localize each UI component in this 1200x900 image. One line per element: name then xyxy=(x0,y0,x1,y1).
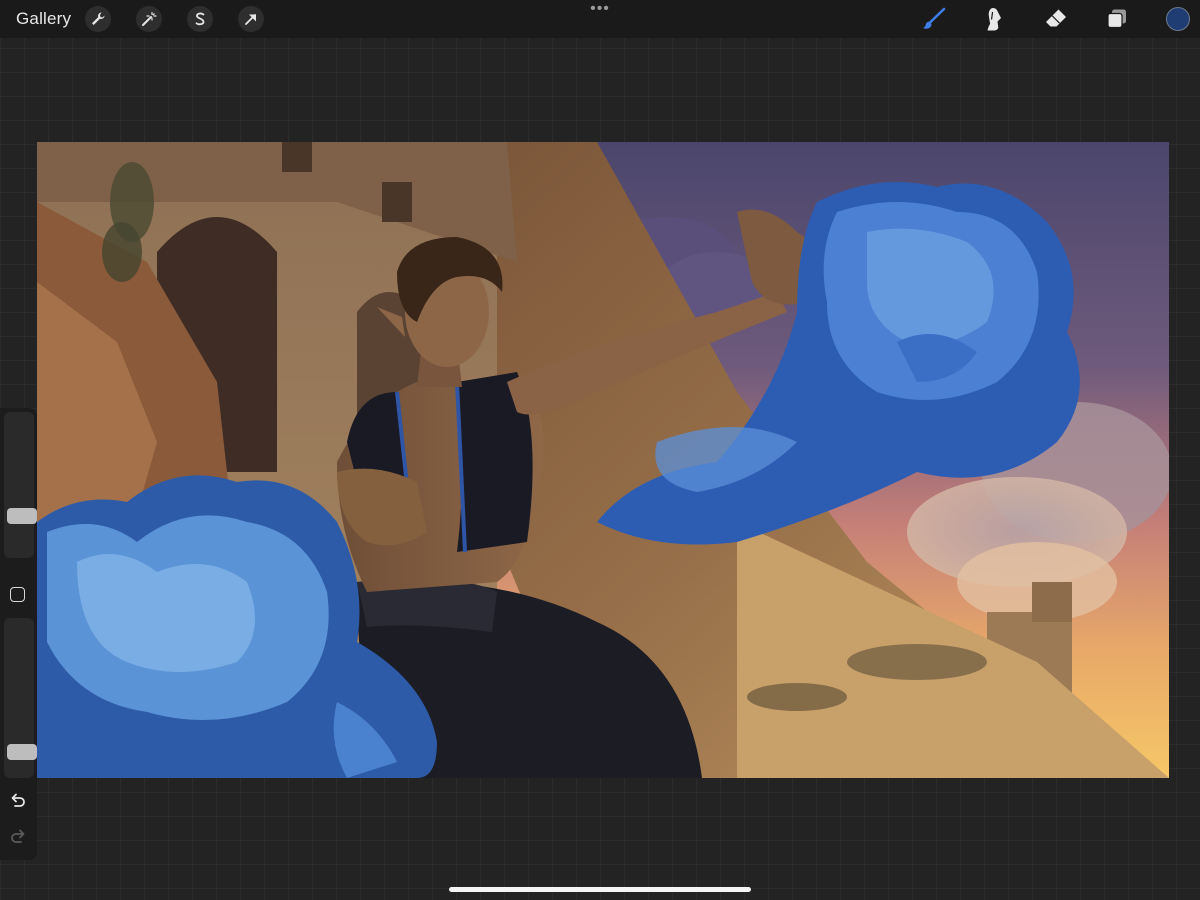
opacity-thumb[interactable] xyxy=(7,744,37,761)
modify-square-button[interactable] xyxy=(10,587,25,602)
home-indicator[interactable] xyxy=(449,887,751,892)
undo-arrow-icon[interactable] xyxy=(8,792,28,812)
left-sidebar xyxy=(0,408,37,860)
smudge-icon[interactable] xyxy=(980,5,1008,33)
brush-size-slider[interactable] xyxy=(4,412,37,558)
eraser-icon[interactable] xyxy=(1042,5,1070,33)
gallery-button[interactable]: Gallery xyxy=(16,9,71,29)
top-toolbar: Gallery ••• xyxy=(0,0,1200,38)
color-picker-swatch[interactable] xyxy=(1166,7,1190,31)
opacity-slider[interactable] xyxy=(4,618,37,778)
more-options-icon[interactable]: ••• xyxy=(586,1,614,18)
brush-icon[interactable] xyxy=(920,5,948,33)
selection-s-icon[interactable] xyxy=(187,6,213,32)
wrench-icon[interactable] xyxy=(85,6,111,32)
brush-size-thumb[interactable] xyxy=(7,507,37,524)
drawing-canvas[interactable] xyxy=(37,142,1169,778)
redo-arrow-icon[interactable] xyxy=(8,828,28,848)
layers-icon[interactable] xyxy=(1103,5,1131,33)
transform-arrow-icon[interactable] xyxy=(238,6,264,32)
magic-wand-icon[interactable] xyxy=(136,6,162,32)
artwork-painting xyxy=(37,142,1169,778)
